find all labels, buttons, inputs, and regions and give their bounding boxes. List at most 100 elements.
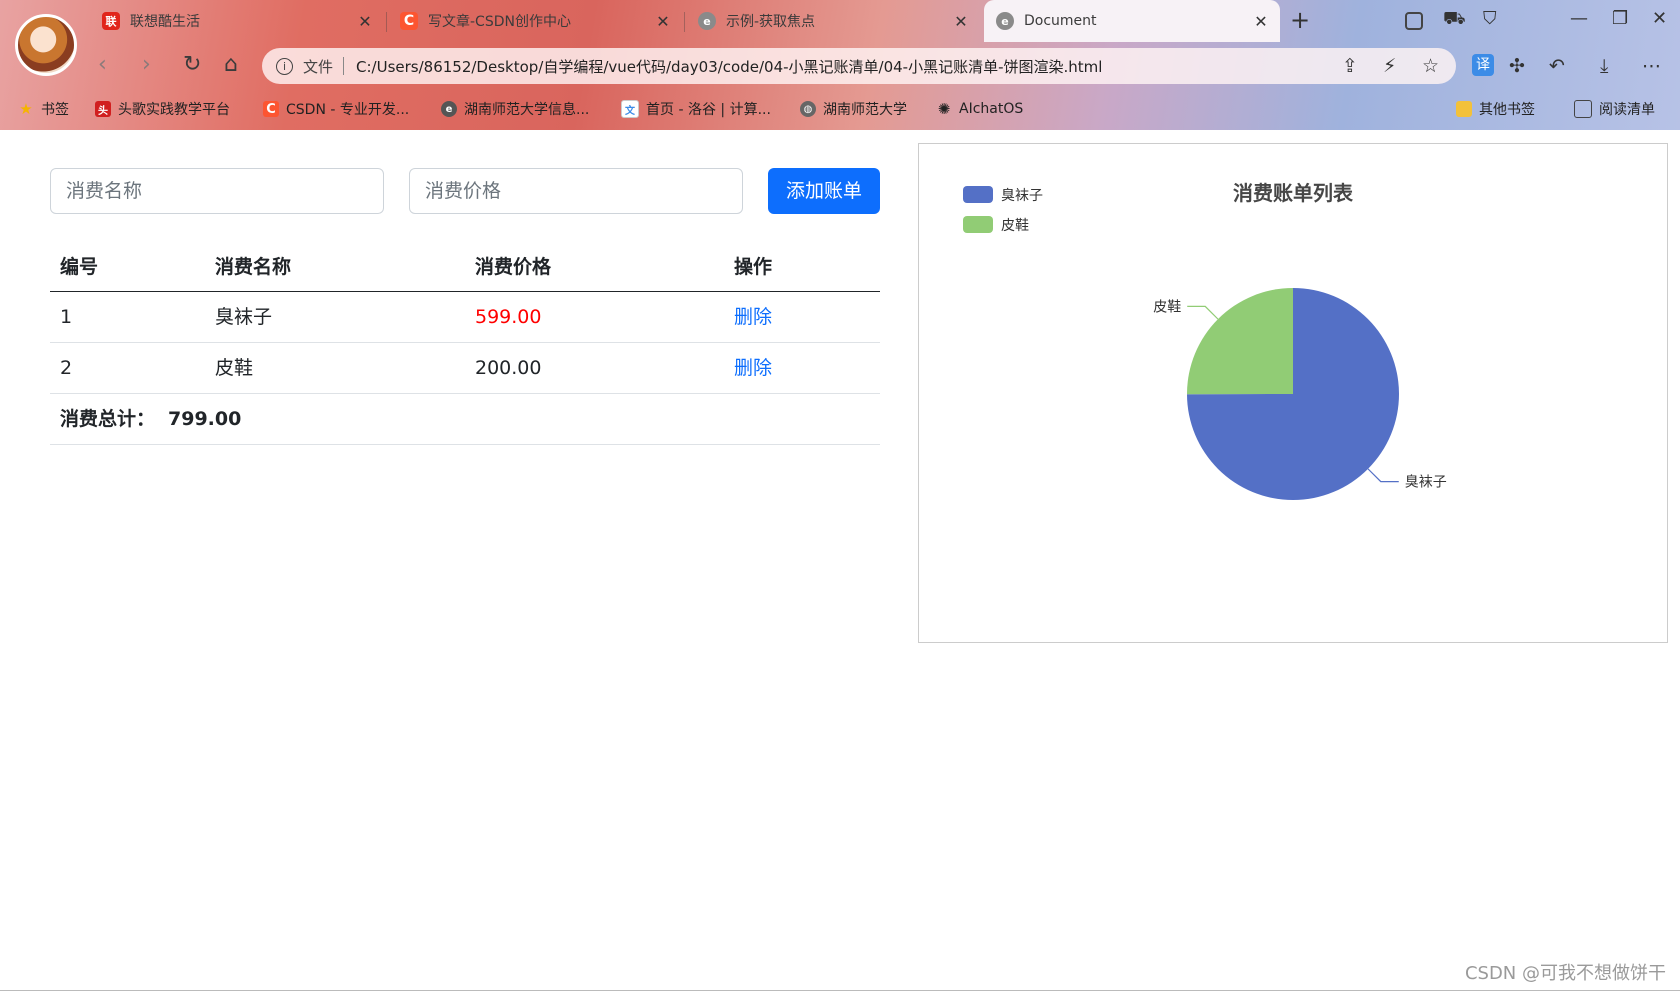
favorite-star-icon[interactable]: ☆ — [1422, 55, 1439, 77]
bookmark-label: AIchatOS — [959, 101, 1024, 117]
minimize-icon[interactable]: — — [1570, 8, 1588, 29]
star-icon: ★ — [19, 100, 33, 118]
bookmark-item[interactable]: 阅读清单 — [1574, 94, 1655, 124]
close-icon[interactable]: ✕ — [652, 12, 674, 31]
table-header: 编号 消费名称 消费价格 操作 — [50, 242, 880, 292]
tab-document[interactable]: e Document ✕ — [984, 0, 1280, 42]
bookmark-label: 其他书签 — [1479, 102, 1535, 118]
url-text[interactable]: C:/Users/86152/Desktop/自学编程/vue代码/day03/… — [356, 56, 1102, 77]
expense-price-input[interactable]: 消费价格 — [409, 168, 743, 214]
csdn-icon: C — [263, 101, 279, 117]
download-icon[interactable]: ⤓ — [1600, 55, 1608, 77]
pie-label: 臭袜子 — [1405, 475, 1447, 491]
bookmark-label: 头歌实践教学平台 — [118, 102, 230, 118]
bookmark-label: 阅读清单 — [1599, 102, 1655, 118]
bookmark-item[interactable]: 头 头歌实践教学平台 — [95, 94, 230, 124]
row-price: 599.00 — [475, 306, 542, 328]
pie-label: 皮鞋 — [1153, 299, 1181, 315]
bill-table: 编号 消费名称 消费价格 操作 1 臭袜子 599.00 删除 2 皮鞋 200… — [50, 242, 880, 445]
share-icon[interactable]: ⇪ — [1342, 55, 1358, 77]
edge-icon: e — [996, 12, 1014, 30]
bookmarks-bar: ★ 书签 头 头歌实践教学平台 C CSDN - 专业开发... e 湖南师范大… — [0, 94, 1680, 124]
pie-label-line — [1367, 468, 1399, 483]
profile-avatar[interactable] — [15, 14, 77, 76]
tab-label: Document — [1024, 13, 1097, 29]
header-action: 操作 — [734, 256, 773, 278]
tab-focus-example[interactable]: e 示例-获取焦点 ✕ — [686, 0, 980, 42]
bookmark-label: 湖南师范大学信息... — [464, 102, 590, 118]
lenovo-icon: 联 — [102, 12, 120, 30]
csdn-icon: C — [400, 12, 418, 30]
toge-icon: 头 — [95, 101, 111, 117]
pie-chart: 消费账单列表臭袜子皮鞋臭袜子皮鞋 — [963, 181, 1447, 500]
tab-lenovo[interactable]: 联 联想酷生活 ✕ — [90, 0, 384, 42]
globe-icon: ◍ — [800, 101, 816, 117]
row-id: 2 — [60, 357, 73, 379]
bookmark-label: CSDN - 专业开发... — [286, 102, 410, 118]
bookmark-item[interactable]: ★ 书签 — [18, 94, 69, 124]
legend-label: 臭袜子 — [1001, 188, 1043, 204]
tab-csdn[interactable]: C 写文章-CSDN创作中心 ✕ — [388, 0, 682, 42]
bookmark-item[interactable]: C CSDN - 专业开发... — [263, 94, 409, 124]
tab-label: 联想酷生活 — [130, 14, 200, 30]
close-icon[interactable]: ✕ — [1250, 12, 1272, 31]
bookmark-item[interactable]: 文 首页 - 洛谷 | 计算... — [621, 94, 771, 124]
bookmark-item[interactable]: 其他书签 — [1456, 94, 1535, 124]
lightning-icon[interactable]: ⚡ — [1383, 55, 1396, 77]
extensions-icon[interactable]: ✣ — [1509, 55, 1525, 77]
tab-label: 示例-获取焦点 — [726, 14, 816, 30]
back-icon[interactable]: ‹ — [98, 52, 107, 77]
refresh-icon[interactable]: ↻ — [183, 52, 201, 77]
row-price: 200.00 — [475, 357, 542, 379]
delete-link[interactable]: 删除 — [734, 343, 772, 393]
bookmark-item[interactable]: ✺ AIchatOS — [936, 94, 1024, 124]
header-name: 消费名称 — [215, 256, 292, 278]
row-name: 臭袜子 — [215, 306, 273, 328]
openai-icon: ✺ — [937, 100, 951, 118]
collections-icon[interactable]: ⛉ — [1483, 8, 1497, 29]
row-id: 1 — [60, 306, 73, 328]
bookmark-label: 湖南师范大学 — [823, 102, 907, 118]
new-tab-button[interactable]: + — [1290, 6, 1310, 34]
legend-swatch — [963, 186, 993, 203]
legend-swatch — [963, 216, 993, 233]
close-window-icon[interactable]: ✕ — [1652, 8, 1667, 29]
edge-icon: e — [441, 101, 457, 117]
bookmark-item[interactable]: ◍ 湖南师范大学 — [800, 94, 907, 124]
add-bill-button[interactable]: 添加账单 — [768, 168, 880, 214]
translate-icon[interactable]: 译 — [1472, 54, 1494, 76]
watermark: CSDN @可我不想做饼干 — [1464, 963, 1666, 984]
chart-title: 消费账单列表 — [1233, 181, 1354, 205]
info-icon[interactable]: i — [276, 57, 293, 75]
row-name: 皮鞋 — [215, 357, 254, 379]
pie-chart-container: 消费账单列表 臭袜子 皮鞋 臭袜子 皮鞋 — [918, 143, 1668, 643]
address-bar[interactable]: i 文件 C:/Users/86152/Desktop/自学编程/vue代码/d… — [262, 48, 1456, 84]
bookmark-label: 首页 - 洛谷 | 计算... — [646, 102, 771, 118]
home-icon[interactable]: ⌂ — [224, 52, 238, 77]
more-icon[interactable]: ⋯ — [1642, 55, 1661, 77]
edge-icon: e — [698, 12, 716, 30]
reading-list-icon — [1574, 100, 1592, 118]
undo-icon[interactable]: ↶ — [1549, 55, 1565, 77]
table-row: 1 臭袜子 599.00 删除 — [50, 292, 880, 343]
folder-icon — [1456, 101, 1472, 117]
table-row: 2 皮鞋 200.00 删除 — [50, 343, 880, 394]
pie-slice — [1187, 288, 1293, 395]
legend-label: 皮鞋 — [1001, 218, 1029, 234]
workspaces-icon[interactable]: ⛟ — [1443, 8, 1466, 32]
luogu-icon: 文 — [621, 100, 639, 118]
bookmark-label: 书签 — [41, 102, 69, 118]
tab-label: 写文章-CSDN创作中心 — [428, 14, 571, 30]
tab-actions-icon[interactable] — [1405, 12, 1423, 30]
page-content: 消费名称 消费价格 添加账单 编号 消费名称 消费价格 操作 1 臭袜子 599… — [0, 130, 1680, 991]
table-footer: 消费总计： 799.00 — [50, 394, 880, 445]
file-label: 文件 — [303, 57, 334, 76]
close-icon[interactable]: ✕ — [354, 12, 376, 31]
bookmark-item[interactable]: e 湖南师范大学信息... — [441, 94, 589, 124]
header-id: 编号 — [60, 256, 99, 278]
restore-icon[interactable]: ❐ — [1612, 8, 1628, 29]
forward-icon[interactable]: › — [142, 52, 151, 77]
delete-link[interactable]: 删除 — [734, 292, 772, 342]
close-icon[interactable]: ✕ — [950, 12, 972, 31]
expense-name-input[interactable]: 消费名称 — [50, 168, 384, 214]
